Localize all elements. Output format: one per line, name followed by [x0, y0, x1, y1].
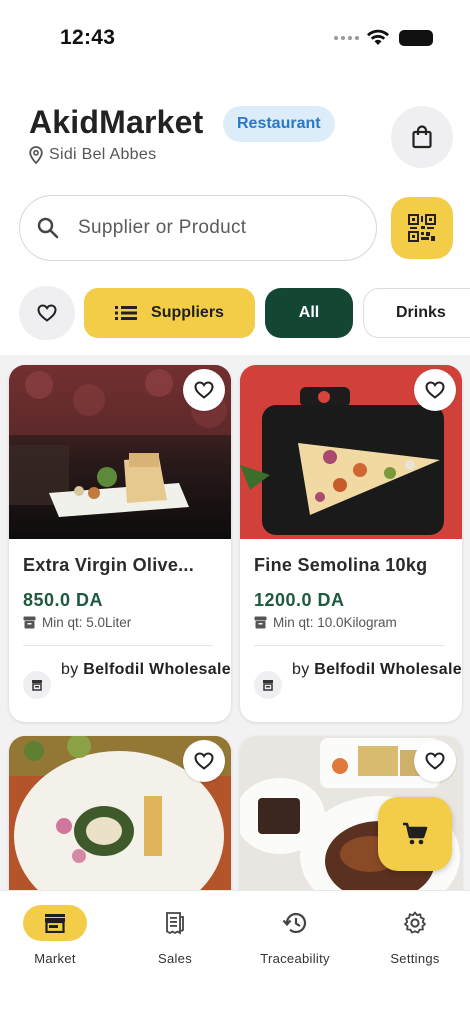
favorites-filter-button[interactable]: [19, 286, 75, 340]
location-label: Sidi Bel Abbes: [49, 146, 157, 163]
location: Sidi Bel Abbes: [29, 146, 156, 164]
nav-label: Settings: [390, 951, 440, 966]
heart-outline-icon: [425, 381, 445, 399]
store-icon: [23, 905, 87, 941]
cart-button[interactable]: [378, 797, 452, 871]
app-title: AkidMarket: [29, 104, 204, 140]
product-price: 850.0 DA: [23, 590, 104, 610]
category-chip-all[interactable]: All: [265, 288, 353, 338]
supplier-store-icon: [254, 671, 282, 699]
favorite-button[interactable]: [414, 740, 456, 782]
category-chip-drinks[interactable]: Drinks: [363, 288, 470, 338]
product-name: Extra Virgin Olive...: [23, 555, 195, 575]
favorite-button[interactable]: [414, 369, 456, 411]
heart-outline-icon: [425, 752, 445, 770]
suppliers-toggle-button[interactable]: Suppliers: [84, 288, 255, 338]
location-pin-icon: [29, 146, 43, 164]
qr-scan-button[interactable]: [391, 197, 453, 259]
qr-code-icon: [408, 214, 436, 242]
favorite-button[interactable]: [183, 740, 225, 782]
product-name: Fine Semolina 10kg: [254, 555, 428, 575]
filter-row: Suppliers All Drinks: [19, 286, 470, 340]
product-card[interactable]: Fine Semolina 10kg 1200.0 DA Min qt: 10.…: [240, 365, 462, 722]
nav-label: Market: [34, 951, 76, 966]
bottom-navigation: Market Sales Traceability Settings: [0, 890, 470, 1024]
heart-outline-icon: [37, 304, 57, 322]
product-min-quantity: Min qt: 5.0Liter: [23, 615, 131, 630]
product-price: 1200.0 DA: [254, 590, 345, 610]
product-card[interactable]: Extra Virgin Olive... 850.0 DA Min qt: 5…: [9, 365, 231, 722]
nav-label: Sales: [157, 951, 193, 966]
supplier-info: by Belfodil Wholesale: [292, 657, 462, 683]
search-icon: [37, 217, 59, 239]
supplier-store-icon: [23, 671, 51, 699]
market-screen: 12:43 AkidMarket Restaurant Sidi Bel Abb…: [0, 0, 470, 1024]
card-divider: [23, 645, 213, 646]
heart-outline-icon: [194, 381, 214, 399]
wifi-icon: [367, 29, 389, 45]
list-icon: [115, 306, 138, 320]
shopping-bag-icon: [412, 125, 432, 149]
by-label: by: [61, 661, 79, 678]
battery-icon: [399, 30, 433, 46]
history-icon: [263, 905, 327, 941]
nav-item-market[interactable]: Market: [5, 905, 105, 966]
min-quantity-label: Min qt: 10.0Kilogram: [273, 615, 397, 630]
by-label: by: [292, 661, 310, 678]
favorite-button[interactable]: [183, 369, 225, 411]
nav-item-traceability[interactable]: Traceability: [245, 905, 345, 966]
heart-outline-icon: [194, 752, 214, 770]
nav-item-sales[interactable]: Sales: [125, 905, 225, 966]
product-min-quantity: Min qt: 10.0Kilogram: [254, 615, 397, 630]
card-divider: [254, 645, 444, 646]
gear-icon: [383, 905, 447, 941]
supplier-name: Belfodil Wholesale: [83, 661, 231, 678]
receipt-icon: [143, 905, 207, 941]
shopping-bag-button[interactable]: [391, 106, 453, 168]
cart-icon: [403, 822, 428, 845]
min-quantity-label: Min qt: 5.0Liter: [42, 615, 132, 630]
nav-item-settings[interactable]: Settings: [365, 905, 465, 966]
box-icon: [254, 616, 267, 629]
status-bar: 12:43: [0, 0, 470, 76]
search-bar[interactable]: [19, 195, 377, 261]
box-icon: [23, 616, 36, 629]
nav-label: Traceability: [260, 951, 330, 966]
suppliers-label: Suppliers: [151, 304, 224, 321]
status-time: 12:43: [60, 26, 116, 49]
supplier-info: by Belfodil Wholesale: [61, 657, 231, 683]
search-input[interactable]: [78, 217, 338, 239]
signal-dots-icon: [334, 36, 359, 40]
supplier-name: Belfodil Wholesale: [314, 661, 462, 678]
account-type-badge: Restaurant: [223, 106, 335, 142]
